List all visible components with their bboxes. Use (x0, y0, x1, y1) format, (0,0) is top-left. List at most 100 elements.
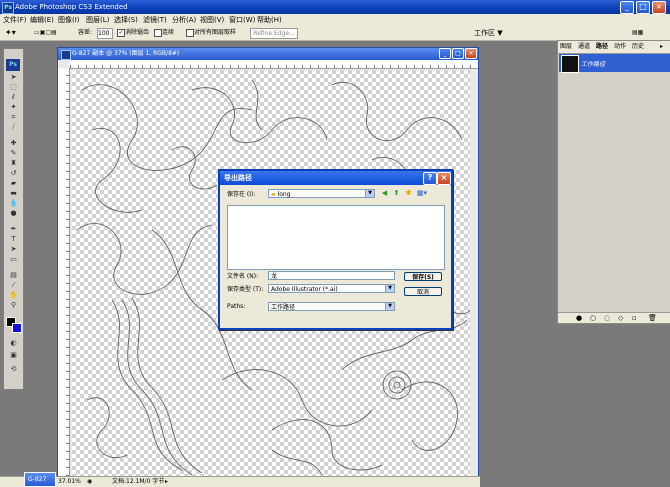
menu-analysis[interactable]: 分析(A) (172, 15, 196, 25)
filetype-select[interactable]: Adobe Illustrator (*.ai) ▼ (268, 284, 395, 293)
minimize-icon[interactable]: _ (620, 1, 634, 14)
slice-tool-icon[interactable]: ⧸ (7, 123, 20, 132)
make-work-path-icon[interactable]: ◇ (618, 314, 623, 322)
toolbox: Ps ➤ ⬚ ℓ ✦ ⌗ ⧸ ✚ ✎ ♜ ↺ ▰ ▬ 💧 ● ✒ T ➤ ▭ ▤… (3, 48, 24, 390)
stroke-path-icon[interactable]: ○ (590, 314, 596, 322)
selection-mode-icons[interactable]: ▭▣▢▤ (34, 28, 57, 38)
horizontal-ruler[interactable] (70, 60, 478, 69)
workspace-menu[interactable]: 工作区 ▼ (474, 28, 503, 38)
doc-minimize-icon[interactable]: _ (439, 48, 451, 59)
dialog-close-icon[interactable]: × (437, 172, 451, 185)
status-bar: 37.01% ◉ 文档:12.1M/0 字节 ▸ (0, 476, 480, 487)
chevron-down-icon: ▼ (385, 303, 394, 310)
dodge-tool-icon[interactable]: ● (7, 209, 20, 218)
antialias-checkbox[interactable]: ✓ (117, 29, 125, 37)
magic-wand-icon[interactable]: ✦▾ (5, 28, 16, 38)
doc-maximize-icon[interactable]: □ (452, 48, 464, 59)
options-bar: ✦▾ ▭▣▢▤ 容差: 100 ✓ 消除锯齿 连续 对所有图层取样 Refine… (0, 26, 670, 41)
vertical-ruler[interactable] (58, 68, 70, 485)
type-tool-icon[interactable]: T (7, 235, 20, 244)
menu-window[interactable]: 窗口(W) (229, 15, 255, 25)
pen-tool-icon[interactable]: ✒ (7, 225, 20, 234)
folder-icon: ▰ (271, 191, 276, 198)
tab-paths[interactable]: 路径 (596, 42, 608, 52)
all-layers-label: 对所有图层取样 (194, 29, 237, 36)
tab-channels[interactable]: 通道 (578, 42, 590, 52)
brush-tool-icon[interactable]: ✎ (7, 149, 20, 158)
menu-select[interactable]: 选择(S) (114, 15, 138, 25)
tab-history[interactable]: 历史 (632, 42, 644, 52)
menu-help[interactable]: 帮助(H) (257, 15, 282, 25)
jump-to-imageready-icon[interactable]: ⟲ (7, 365, 20, 374)
path-selection-icon[interactable]: ➤ (7, 245, 20, 254)
path-name: 工作路径 (581, 61, 606, 68)
marquee-tool-icon[interactable]: ⬚ (7, 83, 20, 92)
close-icon[interactable]: × (652, 1, 666, 14)
load-selection-icon[interactable]: ◌ (604, 314, 610, 322)
screen-mode-icon[interactable]: ▣ (7, 351, 20, 360)
clone-stamp-icon[interactable]: ♜ (7, 159, 20, 168)
save-in-value: long (277, 191, 291, 198)
delete-path-icon[interactable]: 🗑 (648, 314, 657, 322)
dialog-title: 导出路径 (224, 174, 252, 182)
panel-tab-bar: 图层 通道 路径 动作 历史 ▸ (558, 41, 670, 54)
tab-actions[interactable]: 动作 (614, 42, 626, 52)
tab-layers[interactable]: 图层 (560, 42, 572, 52)
view-menu-icon[interactable]: ▦▾ (416, 189, 428, 198)
history-brush-icon[interactable]: ↺ (7, 169, 20, 178)
refine-edge-button[interactable]: Refine Edge... (250, 28, 298, 39)
blur-tool-icon[interactable]: 💧 (7, 199, 20, 208)
save-in-label: 保存在 (I): (227, 191, 256, 198)
shape-tool-icon[interactable]: ▭ (7, 255, 20, 264)
up-folder-icon[interactable]: ⬆ (392, 189, 401, 198)
magic-wand-tool-icon[interactable]: ✦ (7, 103, 20, 112)
menu-layer[interactable]: 图层(L) (86, 15, 109, 25)
contiguous-checkbox[interactable] (154, 29, 162, 37)
panel-well-icons[interactable]: ▤▦ (632, 28, 643, 38)
menu-edit[interactable]: 编辑(E) (30, 15, 54, 25)
healing-brush-icon[interactable]: ✚ (7, 139, 20, 148)
zoom-tool-icon[interactable]: ⚲ (7, 301, 20, 310)
menu-file[interactable]: 文件(F) (3, 15, 27, 25)
minimized-document-label: G-827 (28, 476, 47, 483)
minimized-document-button[interactable]: G-827 (24, 472, 56, 487)
cancel-button[interactable]: 取消 (404, 287, 442, 296)
path-list-item[interactable]: 工作路径 (559, 54, 670, 73)
save-in-select[interactable]: ▰ long ▼ (268, 189, 375, 198)
save-button[interactable]: 保存(S) (404, 272, 442, 281)
filename-input[interactable]: 龙 (268, 271, 395, 280)
menu-view[interactable]: 视图(V) (200, 15, 224, 25)
new-path-icon[interactable]: ▫ (632, 314, 637, 322)
background-color-swatch[interactable] (12, 323, 22, 333)
fill-path-icon[interactable]: ● (576, 314, 582, 322)
panel-bottom-bar: ● ○ ◌ ◇ ▫ 🗑 (558, 312, 670, 323)
move-tool-icon[interactable]: ➤ (7, 73, 20, 82)
hand-tool-icon[interactable]: ✋ (7, 291, 20, 300)
menu-image[interactable]: 图像(I) (58, 15, 80, 25)
notes-tool-icon[interactable]: ▤ (7, 271, 20, 280)
panel-menu-icon[interactable]: ▸ (660, 42, 663, 52)
contiguous-label: 连续 (162, 29, 175, 36)
eyedropper-tool-icon[interactable]: ⁄ (7, 281, 20, 290)
quick-mask-icon[interactable]: ◐ (7, 339, 20, 348)
back-icon[interactable]: ◀ (380, 189, 389, 198)
maximize-icon[interactable]: □ (636, 1, 650, 14)
paths-select[interactable]: 工作路径 ▼ (268, 302, 395, 311)
help-icon[interactable]: ? (423, 172, 437, 185)
new-folder-icon[interactable]: ✱ (404, 189, 413, 198)
filetype-label: 保存类型 (T): (227, 286, 264, 293)
path-thumbnail (561, 55, 579, 73)
gradient-tool-icon[interactable]: ▬ (7, 189, 20, 198)
doc-close-icon[interactable]: × (465, 48, 477, 59)
file-list[interactable] (227, 205, 445, 270)
crop-tool-icon[interactable]: ⌗ (7, 113, 20, 122)
all-layers-checkbox[interactable] (186, 29, 194, 37)
photoshop-logo-icon: Ps (2, 2, 14, 14)
toolbox-logo-icon: Ps (6, 59, 20, 71)
export-paths-dialog: 导出路径 ? × 保存在 (I): ▰ long ▼ ◀ ⬆ ✱ ▦▾ 文件名 … (218, 169, 453, 330)
menu-filter[interactable]: 滤镜(T) (143, 15, 167, 25)
dialog-title-bar: 导出路径 ? × (220, 171, 451, 185)
lasso-tool-icon[interactable]: ℓ (7, 93, 20, 102)
tolerance-input[interactable]: 100 (97, 28, 113, 39)
eraser-tool-icon[interactable]: ▰ (7, 179, 20, 188)
